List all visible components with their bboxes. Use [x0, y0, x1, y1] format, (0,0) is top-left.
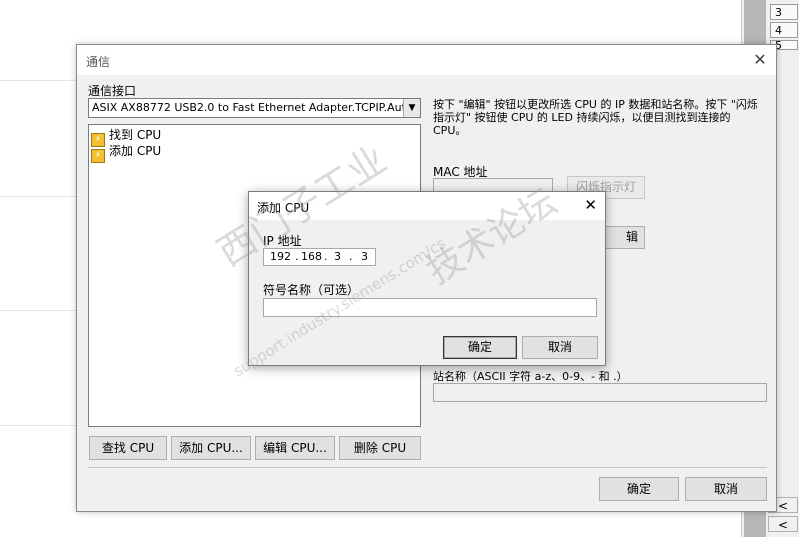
ip-octet[interactable]: 3 [361, 249, 368, 265]
interface-label: 通信接口 [88, 84, 137, 98]
ip-dot: . [324, 250, 328, 263]
background-row-line [0, 425, 76, 426]
add-cpu-cancel-button[interactable]: 取消 [522, 336, 598, 359]
tree-item-found-cpu[interactable]: ⚡ 找到 CPU [91, 127, 162, 147]
symbol-name-label: 符号名称（可选） [263, 283, 360, 297]
add-cpu-dialog: 添加 CPU ✕ IP 地址 192 . 168 . 3 . 3 符号名称（可选… [248, 191, 606, 366]
chevron-down-icon[interactable]: ▼ [403, 99, 420, 117]
ok-button[interactable]: 确定 [599, 477, 679, 501]
ip-octet[interactable]: 3 [334, 249, 341, 265]
tree-item-label: 添加 CPU [109, 144, 162, 158]
ip-address-label: IP 地址 [263, 234, 302, 248]
close-icon[interactable]: ✕ [584, 196, 597, 214]
close-icon[interactable]: ✕ [750, 50, 770, 70]
station-name-label: 站名称（ASCII 字符 a-z、0-9、- 和 .） [433, 370, 628, 383]
ip-address-input[interactable]: 192 . 168 . 3 . 3 [263, 248, 376, 266]
cpu-folder-icon: ⚡ [91, 149, 105, 163]
add-cpu-titlebar: 添加 CPU ✕ [249, 192, 605, 220]
symbol-name-input[interactable] [263, 298, 597, 317]
ip-dot: . [349, 250, 353, 263]
ip-dot: . [295, 250, 299, 263]
tree-item-label: 找到 CPU [109, 128, 162, 142]
ip-octet[interactable]: 168 [301, 249, 322, 265]
background-row-line [0, 80, 76, 81]
delete-cpu-button[interactable]: 删除 CPU [339, 436, 421, 460]
station-name-field [433, 383, 767, 402]
background-row-line [0, 310, 76, 311]
dialog-title: 通信 [86, 55, 111, 69]
ip-octet[interactable]: 192 [270, 249, 291, 265]
edit-cpu-button[interactable]: 编辑 CPU... [255, 436, 335, 460]
row-number: 3 [770, 4, 798, 20]
tree-item-added-cpu[interactable]: ⚡ 添加 CPU [91, 143, 162, 163]
scroll-left-button[interactable]: < [768, 516, 798, 532]
instructions-text: 按下 "编辑" 按钮以更改所选 CPU 的 IP 数据和站名称。按下 "闪烁指示… [433, 98, 758, 137]
add-cpu-title: 添加 CPU [257, 201, 310, 215]
cancel-button[interactable]: 取消 [685, 477, 767, 501]
dialog-divider [88, 467, 767, 468]
add-cpu-ok-button[interactable]: 确定 [443, 336, 517, 359]
dialog-titlebar: 通信 ✕ [77, 45, 776, 75]
add-cpu-button[interactable]: 添加 CPU... [171, 436, 251, 460]
background-row-line [0, 196, 76, 197]
interface-select-value: ASIX AX88772 USB2.0 to Fast Ethernet Ada… [92, 101, 421, 114]
find-cpu-button[interactable]: 查找 CPU [89, 436, 167, 460]
row-number: 4 [770, 22, 798, 38]
interface-select[interactable]: ASIX AX88772 USB2.0 to Fast Ethernet Ada… [88, 98, 421, 118]
